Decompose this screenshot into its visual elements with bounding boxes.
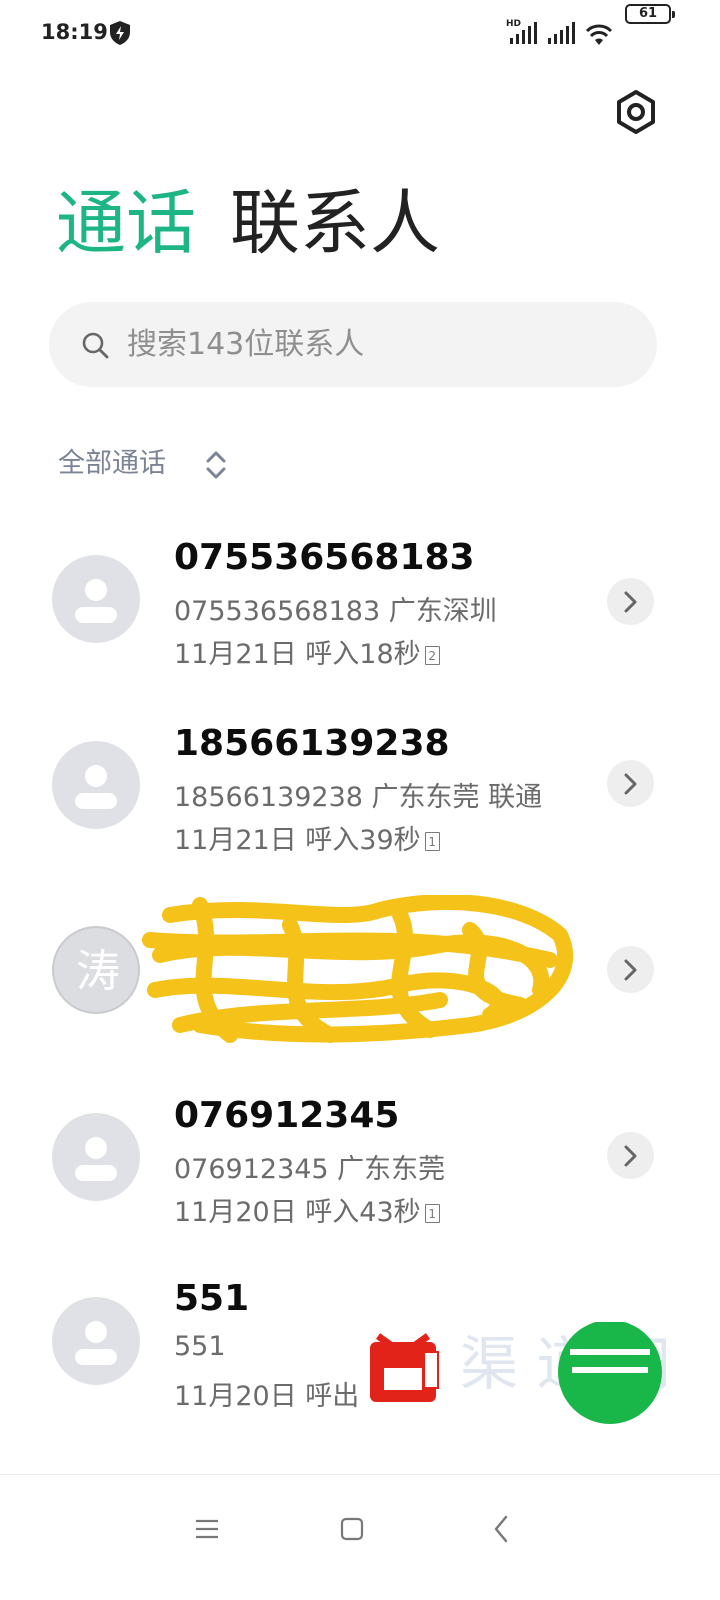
chevron-right-icon [624, 591, 637, 613]
chevron-updown-icon [206, 451, 226, 479]
search-input[interactable] [127, 302, 627, 387]
chevron-right-icon [624, 959, 637, 981]
status-bar: 18:19 HD 61 [0, 0, 720, 70]
call-row[interactable]: 涛 [0, 884, 720, 1070]
chevron-right-icon [624, 1145, 637, 1167]
tab-calls[interactable]: 通话 [56, 178, 196, 268]
person-icon [75, 579, 117, 623]
status-time: 18:19 [41, 20, 108, 44]
signal-icon-2 [548, 22, 575, 44]
call-row[interactable]: 076912345 076912345 广东东莞 11月20日 呼入43秒 1 [0, 1070, 720, 1256]
wifi-icon [585, 24, 613, 45]
call-location: 076912345 广东东莞 [174, 1154, 446, 1185]
search-bar[interactable] [49, 302, 657, 387]
search-icon [82, 332, 109, 359]
battery-level: 61 [638, 6, 658, 21]
call-time: 11月20日 呼出 [174, 1374, 359, 1413]
call-detail-button[interactable] [607, 760, 654, 807]
call-location: 075536568183 广东深圳 [174, 596, 497, 627]
call-row[interactable]: 075536568183 075536568183 广东深圳 11月21日 呼入… [0, 512, 720, 698]
person-icon [75, 1321, 117, 1365]
back-icon[interactable] [478, 1505, 526, 1553]
gear-icon[interactable] [612, 88, 660, 136]
call-name: 075536568183 [174, 537, 475, 578]
call-detail-button[interactable] [607, 946, 654, 993]
avatar [52, 741, 140, 829]
filter-label: 全部通话 [58, 448, 166, 479]
call-name: 076912345 [174, 1095, 400, 1136]
call-name: 18566139238 [174, 723, 450, 764]
phone-calls-screen: 18:19 HD 61 通话 联系人 搜索143位联系人 全部通话 075536… [0, 0, 720, 1600]
battery-icon: 61 [625, 4, 675, 24]
avatar [52, 1113, 140, 1201]
call-row[interactable]: 551 551 11月20日 呼出 [0, 1256, 720, 1442]
call-time-text: 11月20日 呼出 [174, 1381, 360, 1412]
call-detail-button[interactable] [607, 578, 654, 625]
call-location: 18566139238 广东东莞 联通 [174, 782, 543, 813]
call-time: 11月20日 呼入43秒 1 [174, 1190, 440, 1229]
call-name: 551 [174, 1278, 250, 1319]
call-row[interactable]: 18566139238 18566139238 广东东莞 联通 11月21日 呼… [0, 698, 720, 884]
call-location: 551 [174, 1331, 226, 1362]
navigation-bar [0, 1474, 720, 1600]
call-time: 11月21日 呼入18秒 2 [174, 632, 440, 671]
sim-badge: 1 [424, 1204, 440, 1223]
menu-icon[interactable] [183, 1505, 231, 1553]
call-time-text: 11月21日 呼入39秒 [174, 825, 421, 856]
tab-bar: 通话 联系人 [56, 178, 474, 268]
home-icon[interactable] [328, 1505, 376, 1553]
avatar-initial: 涛 [76, 946, 120, 997]
call-time: 11月21日 呼入39秒 1 [174, 818, 440, 857]
signal-icon [510, 22, 537, 44]
status-icons: HD [506, 19, 668, 48]
call-time-text: 11月20日 呼入43秒 [174, 1197, 421, 1228]
chevron-right-icon [624, 773, 637, 795]
person-icon [75, 765, 117, 809]
call-time-text: 11月21日 呼入18秒 [174, 639, 421, 670]
tab-contacts[interactable]: 联系人 [230, 178, 440, 268]
shield-icon [110, 21, 130, 45]
avatar [52, 555, 140, 643]
sim-badge: 1 [424, 832, 440, 851]
avatar [52, 1297, 140, 1385]
person-icon [75, 1137, 117, 1181]
call-detail-button[interactable] [607, 1132, 654, 1179]
avatar: 涛 [52, 926, 140, 1014]
sim-badge: 2 [424, 646, 440, 665]
call-filter-dropdown[interactable]: 全部通话 [58, 442, 226, 486]
